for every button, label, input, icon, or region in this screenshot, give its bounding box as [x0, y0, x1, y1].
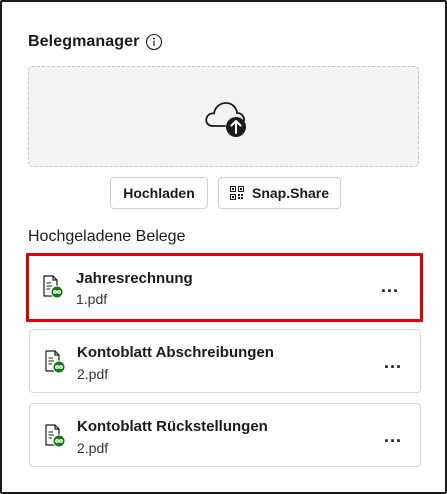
upload-dropzone[interactable] [28, 66, 419, 167]
document-card-2[interactable]: Kontoblatt Abschreibungen 2.pdf ... [29, 329, 421, 393]
document-title: Kontoblatt Rückstellungen [77, 418, 268, 435]
panel-header: Belegmanager [28, 33, 163, 51]
document-title: Kontoblatt Abschreibungen [77, 344, 274, 361]
upload-button[interactable]: Hochladen [110, 177, 208, 209]
more-options-button[interactable]: ... [380, 350, 406, 374]
info-icon[interactable] [145, 33, 163, 51]
more-options-button[interactable]: ... [380, 424, 406, 448]
linked-document-icon [44, 424, 66, 448]
document-card-3[interactable]: Kontoblatt Rückstellungen 2.pdf ... [29, 403, 421, 467]
upload-button-label: Hochladen [123, 185, 195, 201]
belegmanager-panel: Belegmanager Hochladen Snap.Share Hochge… [0, 0, 447, 494]
cloud-upload-icon [203, 98, 249, 138]
snap-share-button-label: Snap.Share [251, 185, 330, 201]
document-title: Jahresrechnung [76, 270, 193, 287]
panel-title: Belegmanager [28, 33, 140, 50]
document-filename: 2.pdf [77, 440, 109, 456]
document-filename: 2.pdf [77, 366, 109, 382]
qr-code-icon [229, 186, 244, 200]
snap-share-button[interactable]: Snap.Share [218, 177, 341, 209]
linked-document-icon [42, 275, 64, 299]
linked-document-icon [44, 350, 66, 374]
uploaded-documents-heading: Hochgeladene Belege [28, 228, 186, 245]
document-card-1[interactable]: Jahresrechnung 1.pdf ... [26, 253, 423, 322]
more-options-button[interactable]: ... [377, 274, 403, 298]
document-filename: 1.pdf [76, 291, 108, 307]
